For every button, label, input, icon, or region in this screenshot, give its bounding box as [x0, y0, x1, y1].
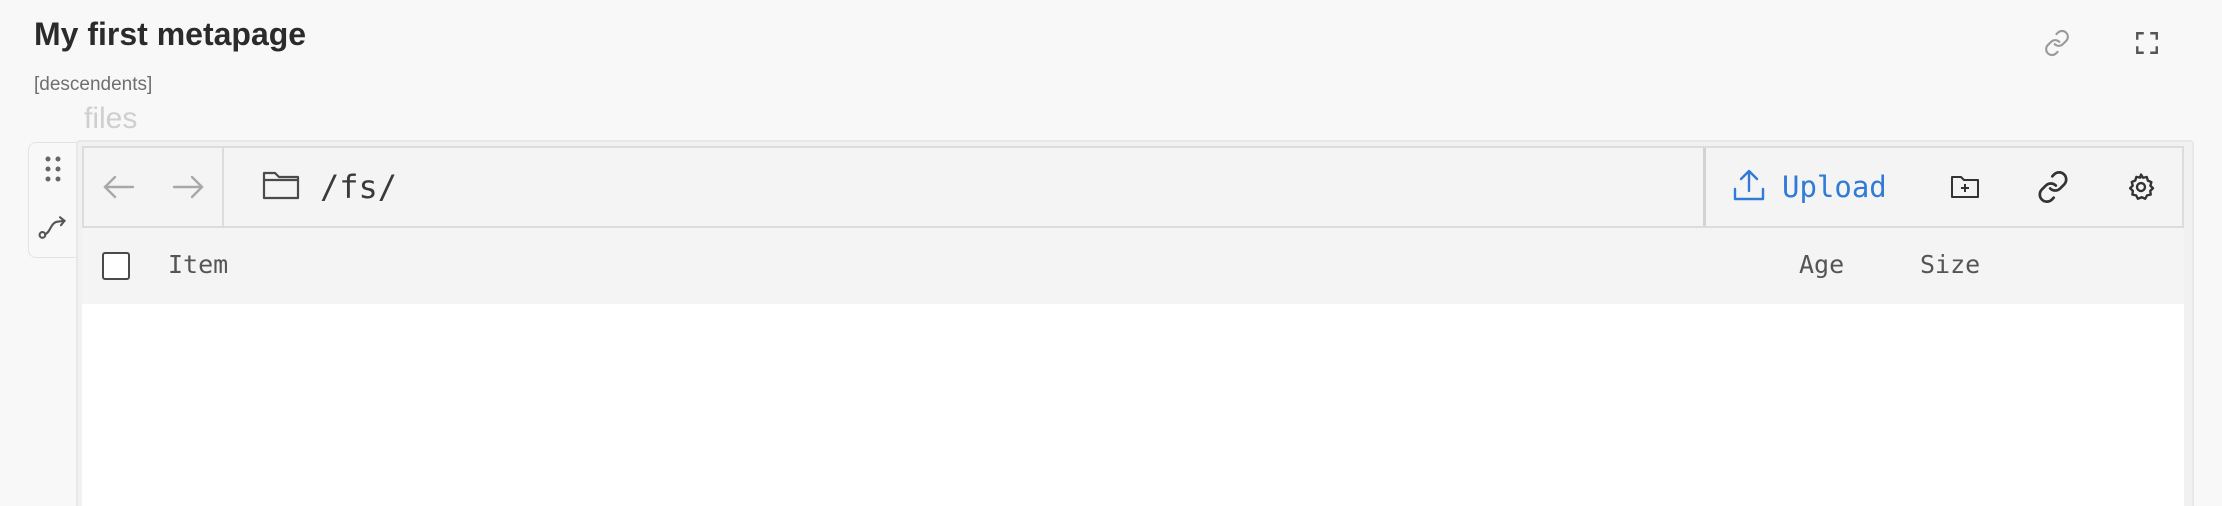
folder-icon [262, 169, 300, 206]
frame-side-handle [28, 142, 77, 258]
current-path: /fs/ [320, 168, 398, 206]
path-bar[interactable]: /fs/ [224, 148, 1706, 226]
column-item[interactable]: Item [168, 250, 228, 279]
arrow-right-icon[interactable] [168, 167, 208, 207]
fullscreen-icon[interactable] [2132, 28, 2162, 58]
column-size[interactable]: Size [1920, 250, 1980, 279]
gear-icon[interactable] [2121, 167, 2161, 207]
copy-link-icon[interactable] [2033, 167, 2073, 207]
column-age[interactable]: Age [1799, 250, 1844, 279]
page-subtitle: [descendents] [34, 74, 153, 95]
metapage-view: My first metapage [descendents] files /f… [0, 0, 2222, 506]
upload-button[interactable]: Upload [1732, 168, 1887, 207]
toolbar-actions: Upload [1706, 148, 2182, 226]
frame-label: files [84, 102, 138, 135]
drag-handle-icon[interactable] [38, 151, 68, 187]
file-browser-toolbar: /fs/ Upload [82, 146, 2184, 228]
connection-icon[interactable] [38, 209, 68, 245]
new-folder-icon[interactable] [1945, 167, 1985, 207]
top-actions [2042, 28, 2162, 58]
arrow-left-icon[interactable] [99, 167, 139, 207]
page-title: My first metapage [34, 16, 307, 52]
upload-label: Upload [1782, 170, 1887, 204]
upload-icon [1732, 168, 1766, 207]
file-list-body [82, 304, 2184, 506]
file-list-header: Item Age Size [82, 228, 2184, 304]
select-all-checkbox[interactable] [102, 252, 130, 280]
nav-buttons [84, 148, 224, 226]
link-icon[interactable] [2042, 28, 2072, 58]
